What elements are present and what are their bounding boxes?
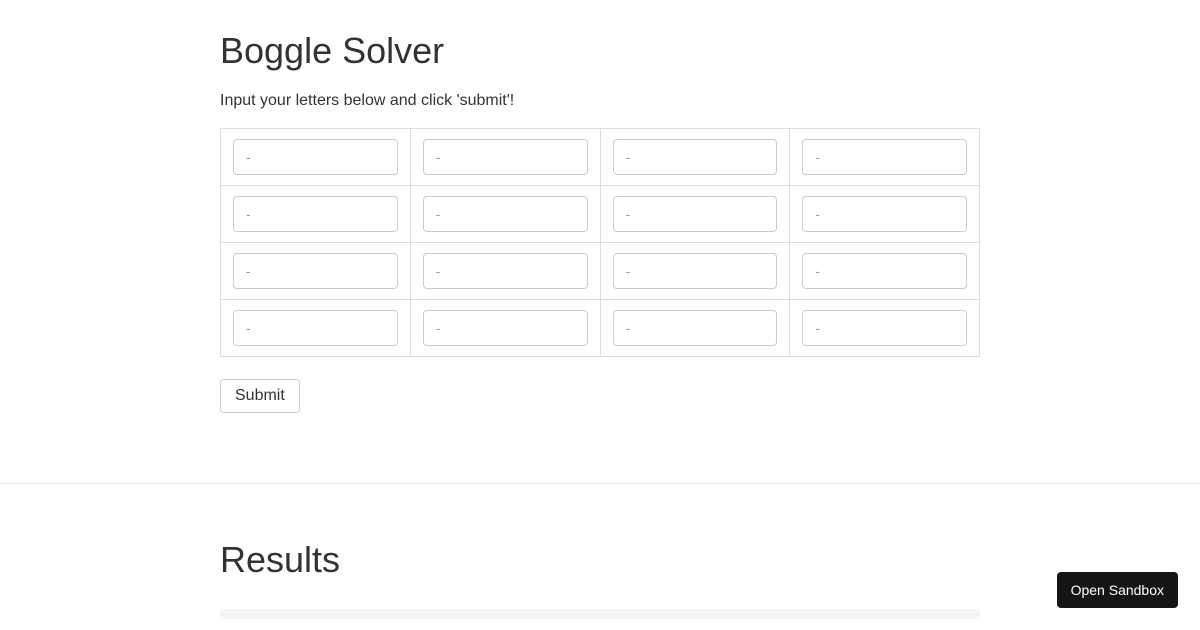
grid-cell-input[interactable] [423, 310, 588, 346]
grid-cell-input[interactable] [613, 253, 778, 289]
grid-cell-input[interactable] [423, 196, 588, 232]
grid-cell-input[interactable] [613, 139, 778, 175]
grid-row [221, 243, 980, 300]
results-output [220, 609, 980, 619]
grid-cell-input[interactable] [423, 139, 588, 175]
grid-cell-input[interactable] [233, 310, 398, 346]
section-divider [0, 483, 1200, 484]
grid-cell-input[interactable] [423, 253, 588, 289]
grid-cell-input[interactable] [802, 253, 967, 289]
grid-cell-input[interactable] [613, 310, 778, 346]
grid-cell-input[interactable] [802, 139, 967, 175]
open-sandbox-button[interactable]: Open Sandbox [1057, 572, 1178, 608]
grid-row [221, 300, 980, 357]
grid-cell-input[interactable] [233, 253, 398, 289]
boggle-grid [220, 128, 980, 357]
instructions-text: Input your letters below and click 'subm… [220, 92, 980, 110]
grid-row [221, 186, 980, 243]
grid-cell-input[interactable] [613, 196, 778, 232]
grid-cell-input[interactable] [802, 196, 967, 232]
grid-cell-input[interactable] [802, 310, 967, 346]
grid-row [221, 129, 980, 186]
grid-cell-input[interactable] [233, 196, 398, 232]
page-title: Boggle Solver [220, 30, 980, 72]
submit-button[interactable]: Submit [220, 379, 300, 413]
results-heading: Results [220, 539, 980, 581]
grid-cell-input[interactable] [233, 139, 398, 175]
